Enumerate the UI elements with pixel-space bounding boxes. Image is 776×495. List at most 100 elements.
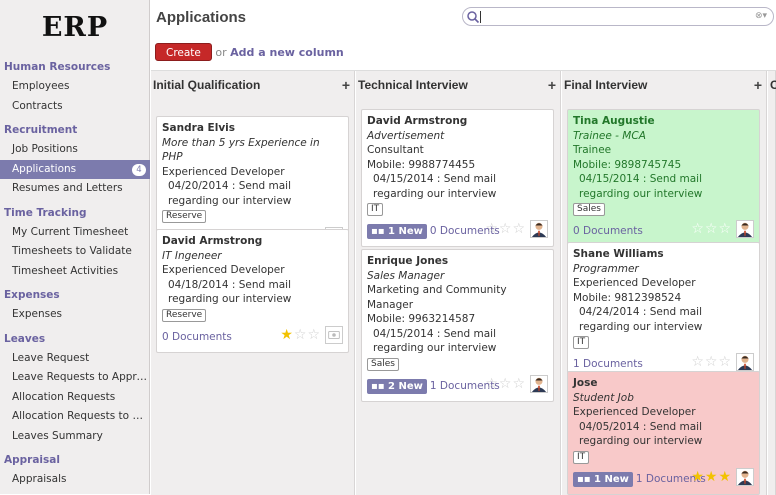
- next-action: 04/24/2014 : Send mail regarding our int…: [579, 306, 703, 333]
- star-icon[interactable]: ★: [691, 469, 705, 485]
- star-icon[interactable]: ☆: [512, 376, 526, 392]
- documents-link[interactable]: ▪▪ 2 New 1 Documents: [367, 378, 500, 394]
- star-icon[interactable]: ☆: [485, 221, 499, 237]
- priority-stars[interactable]: ☆☆☆: [691, 222, 732, 237]
- priority-stars[interactable]: ★☆☆: [280, 327, 321, 343]
- priority-stars[interactable]: ☆☆☆: [691, 355, 732, 370]
- applicant-card[interactable]: Jose Student Job Experienced Developer 04/0…: [567, 371, 760, 495]
- sidebar-item[interactable]: Contracts: [0, 97, 150, 117]
- documents-count: 0 Documents: [573, 225, 643, 237]
- new-messages-count: 2 New: [388, 380, 423, 392]
- column-header: Final Interview +: [562, 71, 766, 99]
- sidebar-item[interactable]: Applications 4: [0, 159, 150, 179]
- search-box[interactable]: ⊗▾: [462, 7, 774, 26]
- new-messages-badge[interactable]: ▪▪ 1 New: [573, 471, 633, 487]
- new-messages-badge[interactable]: ▪▪ 1 New: [367, 224, 427, 239]
- sidebar-item[interactable]: Allocation Requests to Ap...: [0, 407, 150, 427]
- search-icon: [467, 11, 480, 24]
- sidebar-item[interactable]: My Current Timesheet: [0, 223, 150, 243]
- sidebar-item[interactable]: Allocation Requests: [0, 388, 150, 408]
- sidebar-item[interactable]: Employees: [0, 77, 150, 97]
- kanban-board: Initial Qualification + Sandra Elvis More t…: [151, 70, 776, 495]
- sidebar-item[interactable]: Appraisals: [0, 470, 150, 490]
- star-icon[interactable]: ☆: [718, 221, 732, 237]
- star-icon[interactable]: ☆: [485, 376, 499, 392]
- star-icon[interactable]: ★: [280, 327, 294, 343]
- sidebar-item-label: Leave Request: [12, 351, 90, 364]
- kanban-column: Final Interview + Tina Augustie Trainee - M…: [562, 71, 767, 495]
- card-footer: ▪▪ 1 New 1 Documents ★★★: [573, 467, 754, 490]
- documents-link[interactable]: 0 Documents: [162, 330, 232, 345]
- mobile-number: Mobile: 9898745745: [573, 158, 682, 171]
- star-icon[interactable]: ☆: [307, 327, 321, 343]
- applicant-card[interactable]: David Armstrong IT Ingeneer Experienced De…: [156, 229, 349, 353]
- next-action: 04/18/2014 : Send mail regarding our int…: [168, 278, 292, 306]
- star-icon[interactable]: ★: [705, 469, 719, 485]
- sidebar-item[interactable]: Resumes and Letters: [0, 179, 150, 199]
- avatar[interactable]: [530, 374, 548, 393]
- applicant-source: Student Job: [573, 391, 634, 404]
- create-button[interactable]: Create: [155, 43, 212, 61]
- add-card-icon[interactable]: +: [342, 71, 350, 99]
- star-icon[interactable]: ☆: [705, 354, 719, 370]
- search-options-icon[interactable]: ⊗▾: [755, 11, 767, 21]
- star-icon[interactable]: ★: [718, 469, 732, 485]
- star-icon[interactable]: ☆: [705, 221, 719, 237]
- next-action: 04/15/2014 : Send mail regarding our int…: [579, 173, 703, 200]
- card-footer: ▪▪ 2 New 1 Documents ☆☆☆: [367, 374, 548, 397]
- documents-link[interactable]: 0 Documents: [573, 224, 643, 239]
- avatar[interactable]: [736, 467, 754, 486]
- priority-stars[interactable]: ★★★: [691, 469, 732, 485]
- category-tag: IT: [573, 450, 590, 464]
- column-header: C: [768, 71, 776, 99]
- search-input[interactable]: [480, 11, 481, 23]
- sidebar-item[interactable]: Job Positions: [0, 140, 150, 160]
- camera-icon[interactable]: [325, 325, 343, 344]
- column-header: Initial Qualification +: [151, 71, 354, 99]
- add-column-link[interactable]: Add a new column: [230, 46, 344, 59]
- star-icon[interactable]: ☆: [294, 327, 308, 343]
- applicant-name: Jose: [573, 377, 598, 389]
- sidebar-item-label: Allocation Requests: [12, 390, 116, 403]
- sidebar-item[interactable]: Leave Request: [0, 349, 150, 369]
- sidebar-item-label: Leaves Summary: [12, 429, 103, 442]
- sidebar-item-label: Employees: [12, 80, 70, 92]
- priority-stars[interactable]: ☆☆☆: [485, 376, 526, 392]
- star-icon[interactable]: ☆: [512, 221, 526, 237]
- sidebar-item-label: Contracts: [12, 99, 63, 112]
- star-icon[interactable]: ☆: [691, 354, 705, 370]
- sidebar-item-label: Resumes and Letters: [12, 182, 123, 194]
- avatar[interactable]: [530, 220, 548, 238]
- applicant-card[interactable]: Shane Williams Programmer Experienced Deve…: [567, 242, 760, 380]
- applicant-card[interactable]: Tina Augustie Trainee - MCA Trainee Mobile:…: [567, 109, 760, 247]
- category-tag: IT: [367, 203, 384, 216]
- applicant-card[interactable]: Enrique Jones Sales Manager Marketing and …: [361, 249, 554, 402]
- avatar[interactable]: [736, 353, 754, 371]
- star-icon[interactable]: ☆: [691, 221, 705, 237]
- priority-stars[interactable]: ☆☆☆: [485, 222, 526, 237]
- star-icon[interactable]: ☆: [499, 376, 513, 392]
- column-title: Final Interview: [564, 78, 648, 92]
- sidebar-item[interactable]: Expenses: [0, 305, 150, 325]
- add-card-icon[interactable]: +: [548, 71, 556, 99]
- job-title: Consultant: [367, 144, 424, 156]
- add-card-icon[interactable]: +: [754, 71, 762, 99]
- sidebar-item[interactable]: Timesheets to Validate: [0, 242, 150, 262]
- sidebar-item[interactable]: Leaves Summary: [0, 427, 150, 447]
- card-footer: ▪▪ 1 New 0 Documents ☆☆☆: [367, 220, 548, 242]
- sidebar-item[interactable]: Timesheet Activities: [0, 262, 150, 282]
- sidebar-item[interactable]: Leave Requests to Approve: [0, 368, 150, 388]
- job-title: Trainee: [573, 144, 612, 156]
- documents-link[interactable]: 1 Documents: [573, 357, 643, 372]
- avatar[interactable]: [736, 220, 754, 238]
- message-icon: ▪▪: [371, 380, 389, 392]
- new-messages-badge[interactable]: ▪▪ 2 New: [367, 378, 427, 394]
- star-icon[interactable]: ☆: [499, 221, 513, 237]
- star-icon[interactable]: ☆: [718, 354, 732, 370]
- documents-link[interactable]: ▪▪ 1 New 0 Documents: [367, 224, 500, 239]
- documents-link[interactable]: ▪▪ 1 New 1 Documents: [573, 471, 706, 487]
- sidebar-item-label: Appraisals: [12, 473, 67, 485]
- applicant-name: David Armstrong: [367, 115, 468, 127]
- category-tag: Reserve: [162, 308, 207, 322]
- applicant-card[interactable]: David Armstrong Advertisement Consultant Mo…: [361, 109, 554, 247]
